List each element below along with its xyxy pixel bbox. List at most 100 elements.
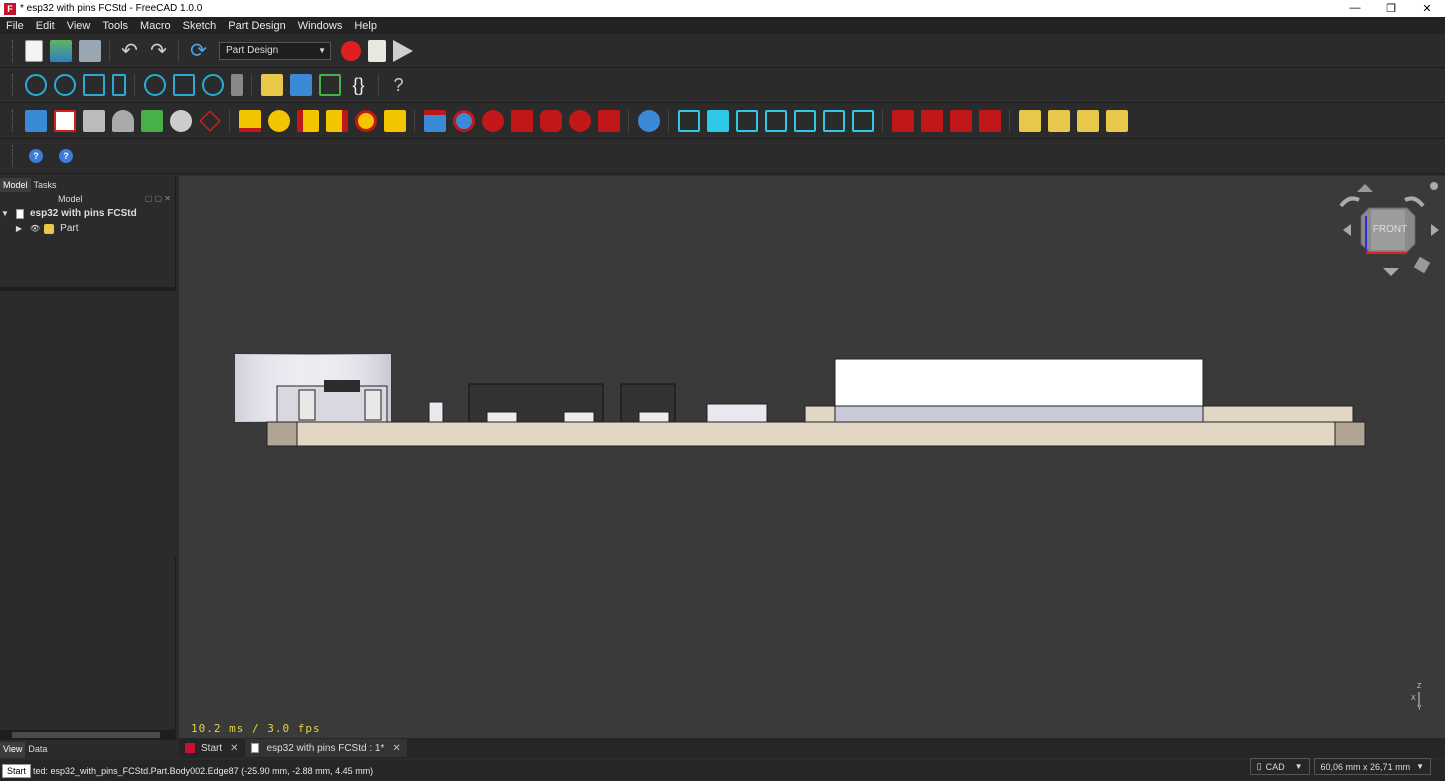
minimize-button[interactable]: — [1337, 2, 1373, 15]
linear-pattern-icon[interactable] [822, 109, 845, 132]
pad-icon[interactable] [238, 109, 261, 132]
zoom-icon[interactable] [201, 74, 224, 96]
multi-transform-icon[interactable] [891, 109, 914, 132]
body-icon[interactable] [24, 109, 47, 132]
whats-this-icon[interactable]: ? [388, 74, 410, 96]
execute-macro-icon[interactable] [392, 39, 413, 62]
collapse-icon[interactable]: ▼ [0, 209, 10, 218]
esp32-model[interactable] [234, 353, 1366, 447]
subtractive-loft-icon[interactable] [510, 109, 533, 132]
expand-icon[interactable]: ▶ [14, 224, 24, 233]
mirrored-icon[interactable] [793, 109, 816, 132]
workbench-selector[interactable]: Part Design ▼ [219, 41, 331, 60]
close-icon[interactable]: ✕ [392, 743, 400, 754]
help-icon[interactable]: ? [29, 149, 43, 163]
clone-icon[interactable] [111, 109, 134, 132]
draw-style-icon[interactable] [143, 74, 166, 96]
redo-icon[interactable]: ↷ [148, 40, 170, 62]
navigation-style-selector[interactable]: ▯ CAD ▼ [1249, 758, 1310, 775]
maximize-button[interactable]: ❐ [1373, 2, 1409, 15]
tab-document[interactable]: esp32 with pins FCStd : 1* ✕ [244, 739, 407, 757]
menu-macro[interactable]: Macro [134, 20, 177, 32]
refresh-icon[interactable]: ⟳ [188, 40, 210, 62]
close-icon[interactable]: ✕ [230, 743, 238, 754]
close-button[interactable]: ✕ [1409, 2, 1445, 15]
additive-primitive-icon[interactable] [383, 109, 406, 132]
undo-icon[interactable]: ↶ [119, 40, 141, 62]
measure-icon[interactable] [111, 74, 126, 96]
navigation-cube[interactable]: FRONT [1339, 182, 1439, 276]
open-document-icon[interactable] [49, 39, 72, 62]
tree-item-part[interactable]: ▶ 👁 Part [0, 221, 175, 236]
polar-pattern-icon[interactable] [851, 109, 874, 132]
visibility-icon[interactable]: 👁 [30, 224, 40, 233]
shaft-wizard-icon[interactable] [1105, 109, 1128, 132]
tree-item-document[interactable]: ▼ esp32 with pins FCStd [0, 206, 175, 221]
menu-sketch[interactable]: Sketch [177, 20, 223, 32]
scaled-icon[interactable] [920, 109, 943, 132]
menu-edit[interactable]: Edit [30, 20, 61, 32]
toolbar-grip[interactable] [12, 145, 15, 167]
toolbar-grip[interactable] [12, 109, 15, 132]
additive-helix-icon[interactable] [354, 109, 377, 132]
subtractive-primitive-icon[interactable] [597, 109, 620, 132]
whats-this-help-icon[interactable]: ? [59, 149, 73, 163]
menu-windows[interactable]: Windows [292, 20, 349, 32]
link-icon[interactable] [318, 74, 341, 96]
shape-binder-icon[interactable] [140, 109, 163, 132]
datum-plane-icon[interactable] [198, 109, 221, 132]
sub-shape-binder-icon[interactable] [169, 109, 192, 132]
measure-distance-icon[interactable] [230, 74, 243, 96]
validate-sketch-icon[interactable] [82, 109, 105, 132]
svg-text:Z: Z [1417, 683, 1422, 690]
menu-help[interactable]: Help [348, 20, 383, 32]
dimension-readout[interactable]: 60,06 mm x 26,71 mm ▼ [1313, 758, 1431, 775]
group-icon[interactable] [289, 74, 312, 96]
tab-model[interactable]: Model [0, 178, 31, 192]
pattern-feature-icon[interactable] [978, 109, 1001, 132]
mirror-feature-icon[interactable] [949, 109, 972, 132]
record-macro-icon[interactable] [340, 40, 361, 61]
tab-view[interactable]: View [0, 742, 26, 758]
subtractive-helix-icon[interactable] [568, 109, 591, 132]
save-icon[interactable] [78, 39, 101, 62]
menu-tools[interactable]: Tools [96, 20, 134, 32]
horizontal-scrollbar[interactable] [0, 730, 176, 740]
new-document-icon[interactable] [24, 39, 43, 62]
3d-viewport[interactable]: FRONT Z X Y 10.2 ms / 3.0 fps [179, 176, 1445, 738]
tab-data[interactable]: Data [25, 742, 50, 758]
toolbar-grip[interactable] [12, 39, 15, 62]
menu-view[interactable]: View [61, 20, 97, 32]
fillet-icon[interactable] [677, 109, 700, 132]
draft-icon[interactable] [735, 109, 758, 132]
subtractive-pipe-icon[interactable] [539, 109, 562, 132]
chamfer-icon[interactable] [706, 109, 729, 132]
groove-icon[interactable] [481, 109, 504, 132]
part-icon[interactable] [260, 74, 283, 96]
toolbar-grip[interactable] [12, 74, 15, 96]
revolution-icon[interactable] [267, 109, 290, 132]
sketch-icon[interactable] [53, 109, 76, 132]
variable-set-icon[interactable]: {} [348, 74, 370, 96]
hole-icon[interactable] [452, 109, 475, 132]
window-title: * esp32 with pins FCStd - FreeCAD 1.0.0 [20, 3, 203, 14]
standard-views-icon[interactable] [82, 74, 105, 96]
additive-loft-icon[interactable] [296, 109, 319, 132]
involute-gear-icon[interactable] [1076, 109, 1099, 132]
menu-part-design[interactable]: Part Design [222, 20, 291, 32]
additive-pipe-icon[interactable] [325, 109, 348, 132]
mouse-icon: ▯ [1256, 761, 1262, 771]
tab-tasks[interactable]: Tasks [31, 178, 60, 192]
fit-selection-icon[interactable] [53, 74, 76, 96]
pocket-icon[interactable] [423, 109, 446, 132]
fit-all-icon[interactable] [24, 74, 47, 96]
tab-start[interactable]: Start ✕ [179, 739, 245, 757]
menu-file[interactable]: File [0, 20, 30, 32]
thickness-icon[interactable] [764, 109, 787, 132]
boolean-icon[interactable] [637, 109, 660, 132]
bounding-box-icon[interactable] [172, 74, 195, 96]
panel-controls[interactable]: ▢ ▢ ✕ [145, 194, 171, 203]
macro-editor-icon[interactable] [367, 39, 386, 62]
migrate-icon[interactable] [1018, 109, 1041, 132]
sprocket-icon[interactable] [1047, 109, 1070, 132]
